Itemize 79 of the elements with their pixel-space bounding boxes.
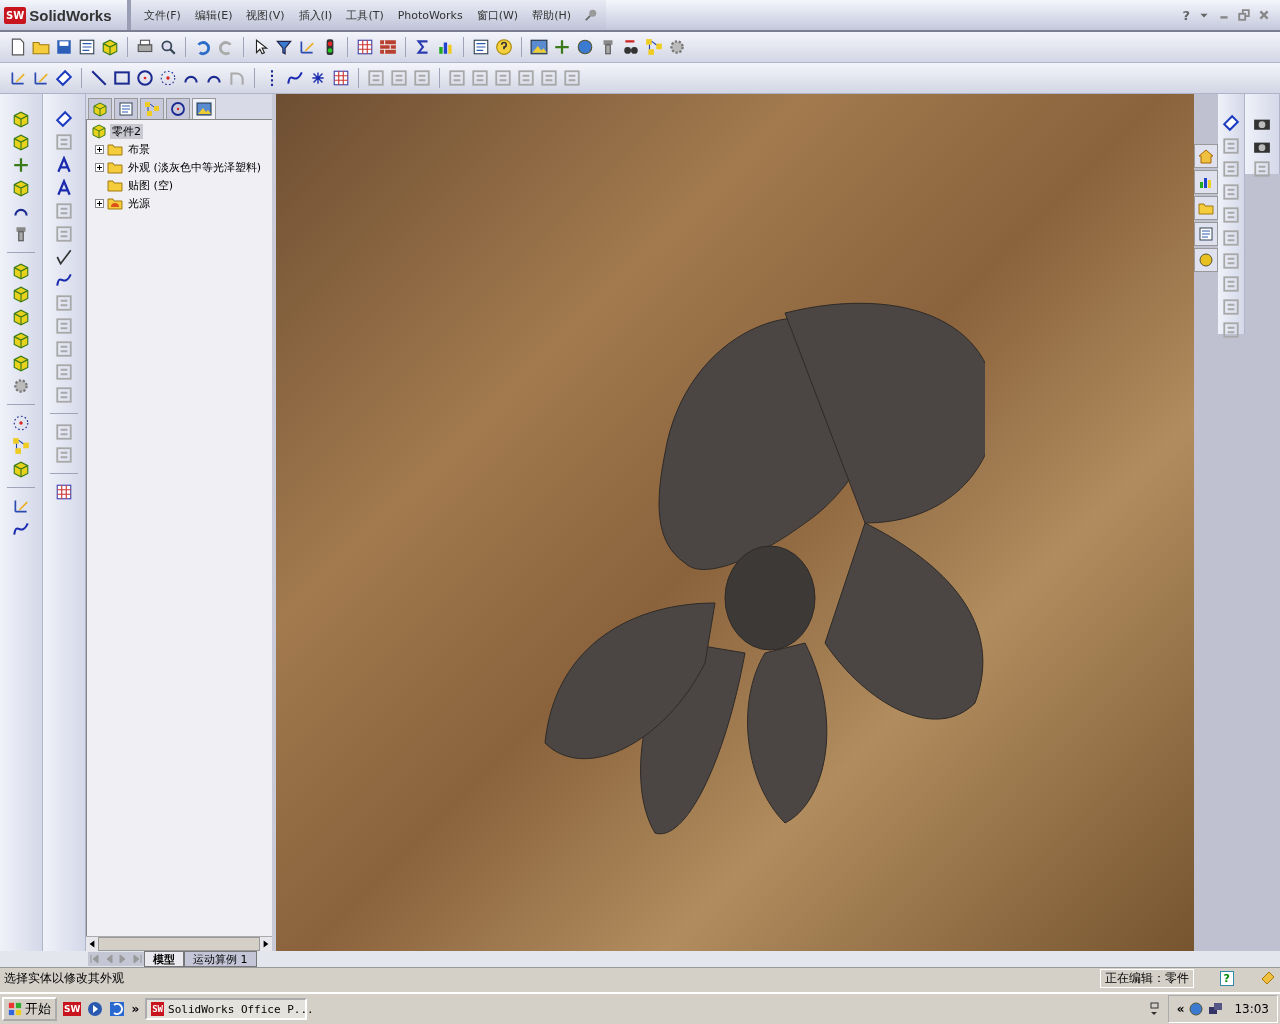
network-icon[interactable] (1208, 1001, 1225, 1017)
expand-icon[interactable] (95, 162, 104, 172)
cube-icon[interactable] (12, 354, 30, 372)
dots-icon[interactable] (158, 68, 178, 88)
menu-item[interactable]: 视图(V) (241, 5, 290, 25)
gear-icon[interactable] (12, 377, 30, 395)
cube-icon[interactable] (12, 308, 30, 326)
pushpin-icon[interactable] (584, 8, 598, 22)
editing-status: 正在编辑：零件 (1099, 968, 1194, 988)
nodes-icon[interactable] (644, 37, 664, 57)
windows-flag-icon (8, 1002, 22, 1016)
line-icon[interactable] (89, 68, 109, 88)
gear-icon[interactable] (667, 37, 687, 57)
app-icon: SW (151, 1002, 165, 1016)
app-logo-text: SolidWorks (29, 6, 112, 24)
menu-item[interactable]: 工具(T) (341, 5, 389, 25)
folder-icon[interactable] (107, 177, 123, 193)
app-launch-icon[interactable]: SW (63, 1002, 82, 1016)
menu-item[interactable]: 文件(F) (139, 5, 186, 25)
check-icon[interactable] (55, 248, 73, 266)
letter-icon[interactable] (55, 156, 73, 174)
cube-icon[interactable] (12, 262, 30, 280)
spline-icon[interactable] (55, 271, 73, 289)
list-icon[interactable] (471, 37, 491, 57)
model-tab[interactable]: 模型 (144, 951, 184, 967)
tree-item[interactable]: 光源 (126, 195, 152, 211)
tree-item[interactable]: 布景 (126, 141, 152, 157)
expand-icon[interactable] (95, 198, 104, 208)
spline-icon[interactable] (12, 520, 30, 538)
grid-icon[interactable] (331, 68, 351, 88)
tree-item[interactable]: 外观 (淡灰色中等光泽塑料) (126, 159, 264, 175)
grid-icon[interactable] (55, 483, 73, 501)
help-button[interactable]: ? (1219, 970, 1234, 986)
status-message: 选择实体以修改其外观 (4, 969, 124, 987)
logo-mark: SW (4, 6, 27, 24)
dots-icon[interactable] (12, 414, 30, 432)
tag-icon[interactable] (54, 68, 74, 88)
help-button[interactable]: ? (1182, 7, 1190, 23)
binoculars-icon[interactable] (621, 37, 641, 57)
tag-icon[interactable] (55, 110, 73, 128)
brick-icon[interactable] (378, 37, 398, 57)
tree-item[interactable]: 贴图 (空) (126, 177, 176, 193)
model-tab[interactable]: 运动算例 1 (184, 951, 257, 967)
quick-launch-chevron[interactable]: » (131, 1002, 140, 1016)
letter-icon[interactable] (55, 179, 73, 197)
circle-icon[interactable] (135, 68, 155, 88)
nodes-icon[interactable] (12, 437, 30, 455)
rectangle-icon[interactable] (112, 68, 132, 88)
restore-icon[interactable] (1238, 9, 1250, 21)
tray-chevron[interactable]: « (1176, 1002, 1185, 1016)
menu-item[interactable]: PhotoWorks (392, 6, 468, 24)
close-icon[interactable] (1258, 9, 1270, 21)
menu-item[interactable]: 帮助(H) (527, 5, 576, 25)
start-button[interactable]: 开始 (2, 997, 57, 1021)
tag-icon[interactable] (1222, 114, 1240, 132)
menu-item[interactable]: 编辑(E) (189, 5, 238, 25)
expand-icon[interactable] (95, 144, 104, 154)
grid-icon[interactable] (355, 37, 375, 57)
cube-icon[interactable] (12, 285, 30, 303)
cube-icon[interactable] (91, 123, 107, 139)
cube-icon[interactable] (100, 37, 120, 57)
cube-icon[interactable] (12, 331, 30, 349)
cube-icon[interactable] (12, 133, 30, 151)
picture-icon[interactable] (529, 37, 549, 57)
lamp-folder-icon (107, 195, 123, 211)
tree-item[interactable]: 零件2 (110, 123, 143, 139)
axis-icon[interactable] (12, 156, 30, 174)
axis-icon[interactable] (552, 37, 572, 57)
menu-item[interactable]: 插入(I) (293, 5, 338, 25)
cube-icon[interactable] (12, 460, 30, 478)
clock: 13:03 (1234, 1002, 1269, 1016)
horizontal-scrollbar[interactable] (86, 936, 272, 951)
menu-item[interactable]: 窗口(W) (471, 5, 524, 25)
help-icon[interactable] (494, 37, 514, 57)
sheet-icon[interactable] (77, 37, 97, 57)
cube-icon[interactable] (12, 179, 30, 197)
pencil-icon[interactable] (12, 497, 30, 515)
media-player-icon[interactable] (87, 1001, 104, 1017)
cube-icon[interactable] (12, 110, 30, 128)
